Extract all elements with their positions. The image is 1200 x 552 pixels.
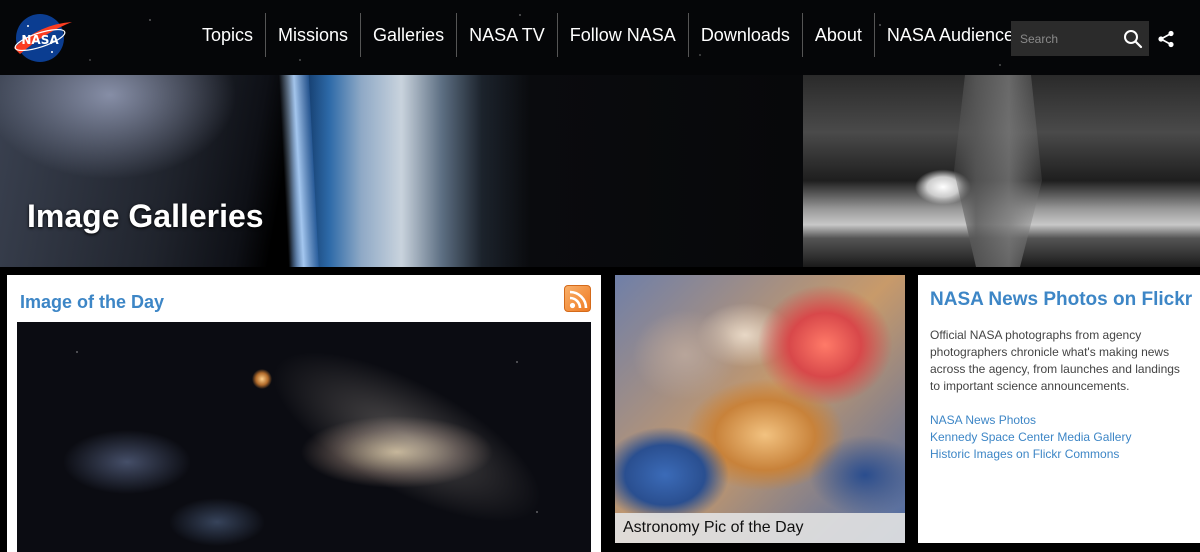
image-of-the-day-image[interactable] [17,322,591,552]
nav-item-follow-nasa[interactable]: Follow NASA [556,13,688,57]
lunar-surface-image [803,75,1200,267]
nav-item-downloads[interactable]: Downloads [687,13,802,57]
astronomy-pic-of-the-day-panel[interactable]: Astronomy Pic of the Day [615,275,905,543]
nav-item-about[interactable]: About [801,13,874,57]
earth-limb-image [0,75,803,267]
svg-text:NASA: NASA [21,33,59,47]
link-historic-images-flickr-commons[interactable]: Historic Images on Flickr Commons [930,447,1119,461]
image-of-the-day-panel: Image of the Day [7,275,601,552]
share-icon[interactable] [1157,30,1175,48]
flickr-link-list: NASA News Photos Kennedy Space Center Me… [930,412,1192,463]
nav-item-galleries[interactable]: Galleries [360,13,456,57]
flickr-panel: NASA News Photos on Flickr Official NASA… [918,275,1200,543]
flickr-description: Official NASA photographs from agency ph… [930,328,1180,393]
apod-caption[interactable]: Astronomy Pic of the Day [615,513,905,543]
main-nav: Topics Missions Galleries NASA TV Follow… [190,13,1035,57]
image-of-the-day-title[interactable]: Image of the Day [20,292,164,313]
list-item: NASA News Photos [930,412,1192,429]
top-navigation-bar: NASA Topics Missions Galleries NASA TV F… [0,0,1200,75]
search-icon[interactable] [1123,29,1143,49]
hero-banner: Image Galleries [0,75,1200,267]
link-kennedy-media-gallery[interactable]: Kennedy Space Center Media Gallery [930,430,1131,444]
nasa-logo[interactable]: NASA [10,10,74,66]
rss-icon[interactable] [564,285,591,312]
flickr-title[interactable]: NASA News Photos on Flickr [930,289,1192,311]
nav-item-topics[interactable]: Topics [190,13,265,57]
list-item: Kennedy Space Center Media Gallery [930,429,1192,446]
search-input[interactable] [1011,21,1116,56]
link-nasa-news-photos[interactable]: NASA News Photos [930,413,1036,427]
list-item: Historic Images on Flickr Commons [930,446,1192,463]
search-box [1011,21,1149,56]
nav-item-nasa-tv[interactable]: NASA TV [456,13,557,57]
nav-item-missions[interactable]: Missions [265,13,360,57]
page-title: Image Galleries [27,198,264,234]
